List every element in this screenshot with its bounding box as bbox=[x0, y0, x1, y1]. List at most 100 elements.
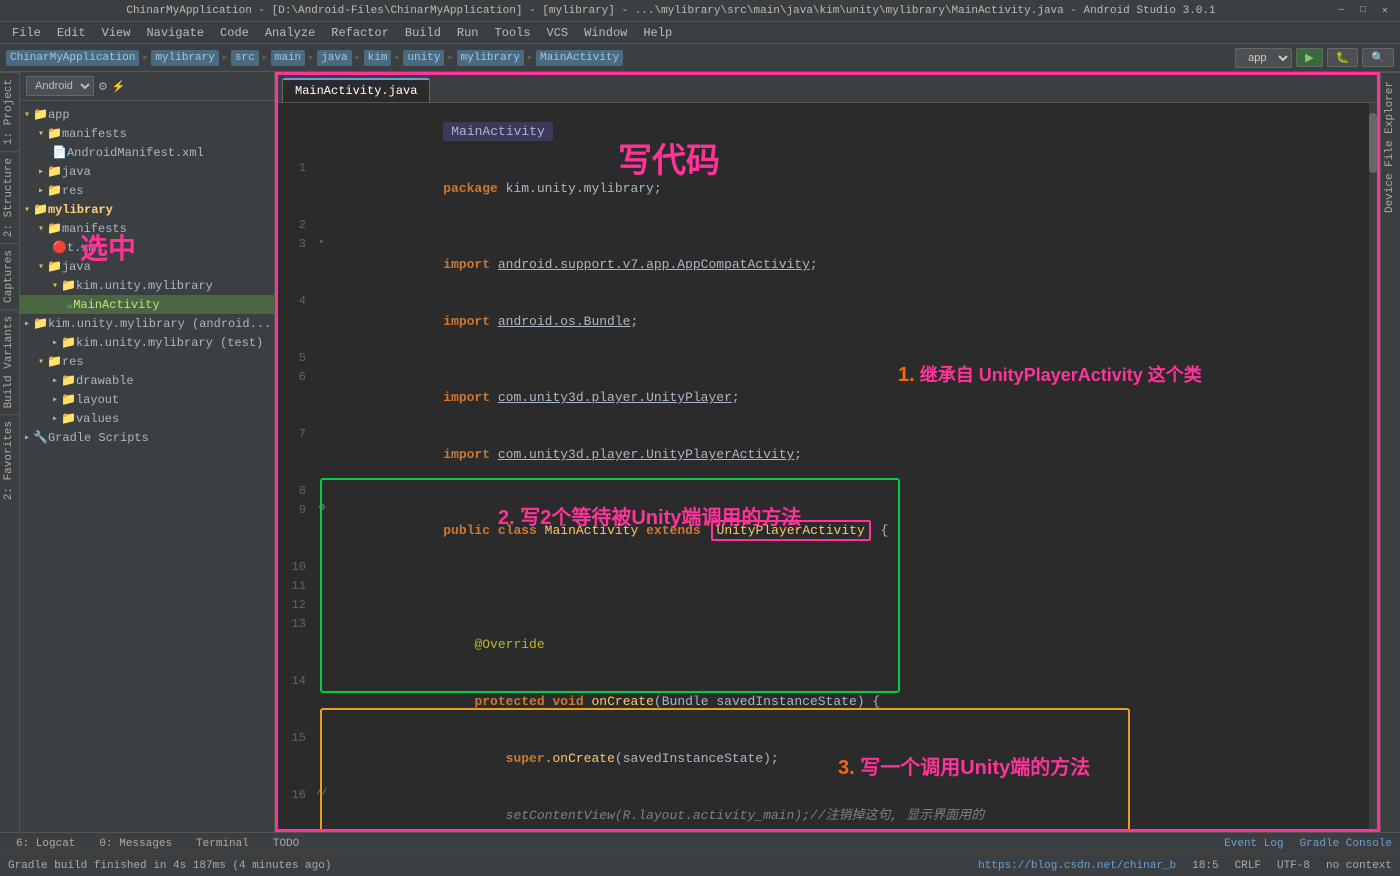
code-line-11: 11 bbox=[278, 578, 1377, 597]
tree-res-lib[interactable]: ▾ 📁 res bbox=[20, 352, 274, 371]
tree-java-app[interactable]: ▸ 📁 java bbox=[20, 162, 274, 181]
code-line-14: 14 protected void onCreate(Bundle savedI… bbox=[278, 673, 1377, 730]
menu-tools[interactable]: Tools bbox=[489, 24, 537, 42]
tree-values[interactable]: ▸ 📁 values bbox=[20, 409, 274, 428]
project-panel: Android ⚙ ⚡ 选中 ▾ 📁 app ▾ 📁 bbox=[20, 72, 275, 832]
crumb-mainactivity[interactable]: MainActivity bbox=[536, 50, 623, 66]
tree-res-app[interactable]: ▸ 📁 res bbox=[20, 181, 274, 200]
maximize-button[interactable]: □ bbox=[1356, 4, 1370, 18]
tree-manifests[interactable]: ▾ 📁 manifests bbox=[20, 124, 274, 143]
buildvariants-tab[interactable]: Build Variants bbox=[0, 309, 19, 414]
tree-gradlescripts[interactable]: ▸ 🔧 Gradle Scripts bbox=[20, 428, 274, 447]
messages-tab[interactable]: 0: Messages bbox=[91, 836, 180, 852]
device-file-explorer-tab[interactable]: Device File Explorer bbox=[1381, 72, 1400, 221]
tree-java-lib[interactable]: ▾ 📁 java bbox=[20, 257, 274, 276]
crumb-mylibrary2[interactable]: mylibrary bbox=[457, 50, 524, 66]
url-text: https://blog.csdn.net/chinar_b bbox=[978, 860, 1176, 872]
folder-icon: ▾ bbox=[38, 223, 44, 235]
search-button[interactable]: 🔍 bbox=[1362, 48, 1394, 67]
tree-kimunitymylibrary-android[interactable]: ▸ 📁 kim.unity.mylibrary (android... bbox=[20, 314, 274, 333]
debug-button[interactable]: 🐛 bbox=[1327, 48, 1359, 67]
crumb-main[interactable]: main bbox=[271, 50, 305, 66]
right-panel: Device File Explorer bbox=[1380, 72, 1400, 832]
crumb-kim[interactable]: kim bbox=[364, 50, 392, 66]
encoding[interactable]: UTF-8 bbox=[1277, 860, 1310, 872]
folder-icon: ▸ bbox=[52, 413, 58, 425]
crumb-mylibrary[interactable]: mylibrary bbox=[151, 50, 218, 66]
run-button[interactable]: ▶ bbox=[1296, 48, 1322, 67]
tab-mainactivity[interactable]: MainActivity.java bbox=[282, 78, 430, 102]
tree-drawable[interactable]: ▸ 📁 drawable bbox=[20, 371, 274, 390]
selected-annotation: 选中 bbox=[80, 227, 136, 267]
code-line-9: 9 ⚙ public class MainActivity extends Un… bbox=[278, 502, 1377, 559]
structure-tab[interactable]: 2: Structure bbox=[0, 151, 19, 243]
project-tab[interactable]: 1: Project bbox=[0, 72, 19, 151]
file-tree: ▾ 📁 app ▾ 📁 manifests 📄 AndroidManifest.… bbox=[20, 101, 274, 832]
bottom-status-right: Event Log Gradle Console bbox=[1224, 838, 1392, 850]
favorites-tab[interactable]: 2: Favorites bbox=[0, 414, 19, 506]
crumb-app[interactable]: ChinarMyApplication bbox=[6, 50, 139, 66]
terminal-tab[interactable]: Terminal bbox=[188, 836, 257, 852]
folder-icon: ▸ bbox=[52, 375, 58, 387]
project-view-dropdown[interactable]: Android bbox=[26, 76, 94, 96]
close-button[interactable]: ✕ bbox=[1378, 4, 1392, 18]
menu-refactor[interactable]: Refactor bbox=[325, 24, 395, 42]
code-line-6: 6 import com.unity3d.player.UnityPlayer; bbox=[278, 369, 1377, 426]
code-line-4: 4 import android.os.Bundle; bbox=[278, 293, 1377, 350]
minimize-button[interactable]: — bbox=[1334, 4, 1348, 18]
tree-mylibrary[interactable]: ▾ 📁 mylibrary bbox=[20, 200, 274, 219]
crumb-java[interactable]: java bbox=[317, 50, 351, 66]
sync-button[interactable]: ⚙ bbox=[98, 80, 108, 93]
code-line-7: 7 import com.unity3d.player.UnityPlayerA… bbox=[278, 426, 1377, 483]
code-area[interactable]: 写代码 1. 继承自 UnityPlayerActivity 这个类 2. 写2… bbox=[278, 103, 1377, 829]
java-file-icon: ☕ bbox=[66, 297, 73, 312]
menu-file[interactable]: File bbox=[6, 24, 47, 42]
tree-kimunitymylibrary-test[interactable]: ▸ 📁 kim.unity.mylibrary (test) bbox=[20, 333, 274, 352]
menu-analyze[interactable]: Analyze bbox=[259, 24, 321, 42]
todo-tab[interactable]: TODO bbox=[265, 836, 307, 852]
menu-run[interactable]: Run bbox=[451, 24, 485, 42]
code-line-10: 10 bbox=[278, 559, 1377, 578]
logcat-tab[interactable]: 6: Logcat bbox=[8, 836, 83, 852]
tree-layout[interactable]: ▸ 📁 layout bbox=[20, 390, 274, 409]
xml-file-icon: 🔴 bbox=[52, 240, 67, 255]
crumb-src[interactable]: src bbox=[231, 50, 259, 66]
menu-vcs[interactable]: VCS bbox=[541, 24, 575, 42]
menu-build[interactable]: Build bbox=[399, 24, 447, 42]
captures-tab[interactable]: Captures bbox=[0, 243, 19, 309]
scrollbar-thumb[interactable] bbox=[1369, 113, 1377, 173]
scrollbar-track[interactable] bbox=[1369, 103, 1377, 829]
code-line-header: MainActivity bbox=[278, 103, 1377, 160]
folder-icon: ▾ bbox=[52, 280, 58, 292]
code-line-2: 2 bbox=[278, 217, 1377, 236]
folder-icon: ▸ bbox=[52, 394, 58, 406]
menu-window[interactable]: Window bbox=[578, 24, 633, 42]
run-config-dropdown[interactable]: app bbox=[1235, 48, 1292, 68]
tree-app[interactable]: ▾ 📁 app bbox=[20, 105, 274, 124]
menu-help[interactable]: Help bbox=[637, 24, 678, 42]
tree-kimunitymylibrary[interactable]: ▾ 📁 kim.unity.mylibrary bbox=[20, 276, 274, 295]
xml-icon: 📄 bbox=[52, 145, 67, 160]
event-log-link[interactable]: Event Log bbox=[1224, 838, 1283, 850]
tree-manifests2[interactable]: ▾ 📁 manifests bbox=[20, 219, 274, 238]
menu-navigate[interactable]: Navigate bbox=[140, 24, 210, 42]
code-line-8: 8 bbox=[278, 483, 1377, 502]
folder-icon: ▾ bbox=[24, 204, 30, 216]
crumb-unity[interactable]: unity bbox=[403, 50, 444, 66]
status-bar: Gradle build finished in 4s 187ms (4 min… bbox=[0, 854, 1400, 876]
tree-mainactivity[interactable]: ☕ MainActivity bbox=[20, 295, 274, 314]
menu-code[interactable]: Code bbox=[214, 24, 255, 42]
tree-androidmanifest[interactable]: 📄 AndroidManifest.xml bbox=[20, 143, 274, 162]
menu-edit[interactable]: Edit bbox=[51, 24, 92, 42]
folder-icon: ▸ bbox=[38, 185, 44, 197]
app-window: ChinarMyApplication - [D:\Android-Files\… bbox=[0, 0, 1400, 876]
code-line-16: 16 // setContentView(R.layout.activity_m… bbox=[278, 787, 1377, 829]
menu-view[interactable]: View bbox=[96, 24, 137, 42]
code-line-1: 1 package kim.unity.mylibrary; bbox=[278, 160, 1377, 217]
gear-icon[interactable]: ⚡ bbox=[112, 80, 126, 93]
tree-manifest2xml[interactable]: 🔴 t.xml bbox=[20, 238, 274, 257]
gradle-console-link[interactable]: Gradle Console bbox=[1300, 838, 1392, 850]
line-ending[interactable]: CRLF bbox=[1235, 860, 1261, 872]
code-line-3: 3 ▸ import android.support.v7.app.AppCom… bbox=[278, 236, 1377, 293]
code-line-15: 15 super.onCreate(savedInstanceState); bbox=[278, 730, 1377, 787]
